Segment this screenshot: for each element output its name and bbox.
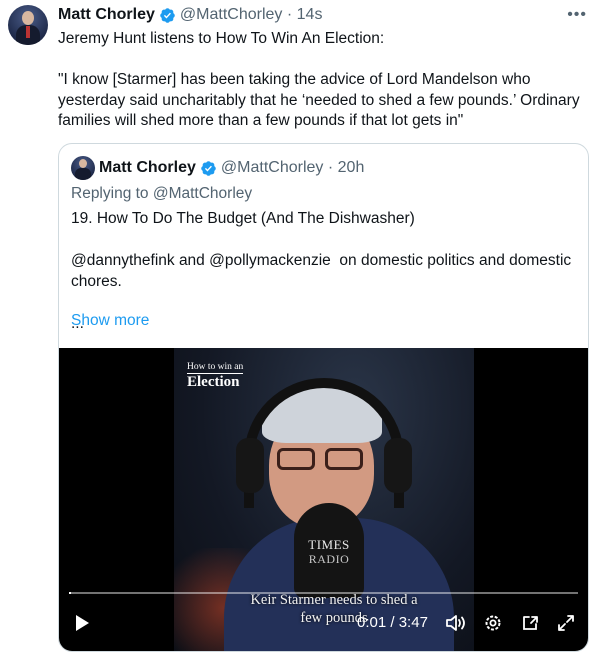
separator-dot: · [286,6,293,23]
quoted-author-name: Matt Chorley [99,159,196,176]
quoted-author-avatar [71,156,95,180]
avatar-head [79,159,87,168]
duration: 3:47 [398,614,428,631]
headphone-cup-right [384,438,412,493]
quoted-tweet[interactable]: Matt Chorley @MattChorley · 20h Replying… [58,143,589,652]
pip-icon-glyph [523,616,538,630]
settings-icon[interactable] [481,610,505,636]
author-avatar[interactable] [8,5,48,45]
separator-dot: · [327,159,334,176]
volume-icon-glyph [446,615,465,631]
author-handle[interactable]: @MattChorley [180,6,283,24]
show-more-link[interactable]: Show more [71,312,149,330]
replying-to: Replying to @MattChorley [71,185,253,202]
headphone-cup-left [236,438,264,493]
mic-label-line1: TIMES [308,537,350,552]
time-display: 0:01 / 3:47 [357,614,428,631]
logo-large-text: Election [187,374,240,390]
play-icon-glyph [76,615,89,631]
verified-badge-icon [160,7,175,23]
tweet-text: Jeremy Hunt listens to How To Win An Ele… [58,30,580,129]
headphones-band [244,378,404,508]
play-icon[interactable] [71,610,93,636]
author-name[interactable]: Matt Chorley [58,6,155,24]
progress-fill [69,592,72,594]
avatar-suit [75,168,91,180]
progress-bar[interactable] [69,592,578,594]
avatar-tie [26,26,30,38]
current-time: 0:01 [357,614,387,631]
volume-icon[interactable] [444,610,468,636]
tweet-time[interactable]: 14s [297,6,323,24]
settings-icon-glyph [485,615,501,631]
verified-badge-icon [201,160,216,176]
glasses [277,448,367,470]
fullscreen-icon[interactable] [554,610,578,636]
mic-label-line2: RADIO [308,552,350,566]
mic-label: TIMES RADIO [294,537,364,567]
glasses-lens-left [277,448,315,470]
more-dots-icon[interactable]: ••• [567,6,587,24]
logo-small-text: How to win an [187,362,244,374]
time-separator: / [386,614,399,631]
video-player[interactable]: TIMES RADIO How to win an Election Keir … [59,348,588,651]
quoted-header: Matt Chorley @MattChorley · 20h [99,157,364,179]
tweet-header: Matt Chorley @MattChorley · 14s [58,5,322,25]
glasses-lens-right [325,448,363,470]
quoted-author-handle: @MattChorley [220,159,324,176]
fullscreen-icon-glyph [558,615,574,631]
avatar-head [22,11,34,25]
show-logo: How to win an Election [187,362,244,391]
quoted-time: 20h [337,159,365,176]
pip-icon[interactable] [519,610,543,636]
